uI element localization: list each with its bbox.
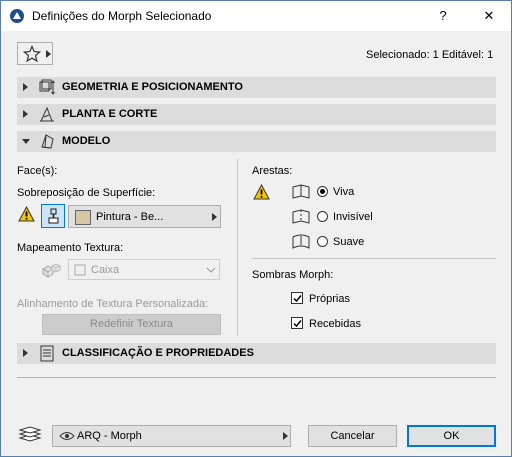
classification-list-icon [40, 345, 54, 362]
archicad-app-icon [10, 9, 24, 23]
edges-label: Arestas: [252, 165, 293, 177]
faces-label: Face(s): [17, 165, 58, 177]
surface-material-picker[interactable]: Pintura - Be... [68, 205, 221, 228]
expand-arrow-icon [23, 83, 28, 91]
edge-hidden-icon [292, 209, 310, 224]
layers-icon [18, 426, 42, 442]
section-geometry-label: GEOMETRIA E POSICIONAMENTO [62, 81, 243, 93]
favorites-button[interactable] [17, 42, 53, 65]
surface-swatch [75, 210, 91, 225]
edge-smooth-icon [292, 234, 310, 249]
cancel-button[interactable]: Cancelar [308, 425, 397, 447]
close-button[interactable]: ✕ [477, 6, 501, 26]
divider [252, 258, 496, 259]
edge-hidden-label: Invisível [333, 211, 373, 223]
collapse-arrow-icon [22, 139, 30, 144]
chevron-right-icon [46, 50, 51, 58]
ok-button[interactable]: OK [407, 425, 496, 447]
surface-override-label: Sobreposição de Superfície: [17, 187, 156, 199]
warning-icon [18, 206, 35, 222]
edge-smooth-radio[interactable] [317, 236, 328, 247]
edge-sharp-icon [292, 184, 310, 199]
expand-arrow-icon [23, 110, 28, 118]
checkmark-icon [293, 320, 302, 328]
surface-override-toggle[interactable] [41, 204, 65, 228]
layer-selector[interactable]: ARQ - Morph [52, 425, 291, 447]
reset-texture-button[interactable]: Redefinir Textura [42, 314, 221, 335]
title-bar: Definições do Morph Selecionado ? ✕ [1, 1, 511, 31]
chevron-right-icon [212, 213, 217, 221]
edge-smooth-label: Suave [333, 236, 365, 248]
help-button[interactable]: ? [431, 6, 455, 26]
section-model-label: MODELO [62, 135, 111, 147]
layer-value: ARQ - Morph [77, 430, 142, 442]
checkmark-icon [293, 295, 302, 303]
custom-texture-label: Alinhamento de Textura Personalizada: [17, 298, 209, 310]
section-plan[interactable]: PLANTA E CORTE [17, 104, 496, 125]
texture-mapping-select[interactable]: Caixa [68, 259, 220, 280]
edge-hidden-radio[interactable] [317, 211, 328, 222]
paint-brush-icon [48, 208, 59, 224]
shadow-own-checkbox[interactable] [291, 292, 303, 304]
plan-section-icon [40, 106, 54, 122]
texture-mapping-value: Caixa [91, 264, 120, 276]
shadow-received-label: Recebidas [309, 318, 361, 330]
star-icon [23, 45, 41, 63]
model-icon [41, 134, 54, 149]
warning-icon [253, 184, 270, 200]
box-mapping-icon [74, 264, 86, 276]
footer-divider [17, 377, 496, 378]
section-geometry[interactable]: GEOMETRIA E POSICIONAMENTO [17, 77, 496, 98]
shadow-received-checkbox[interactable] [291, 317, 303, 329]
texture-mapping-label: Mapeamento Textura: [17, 242, 124, 254]
section-classification-label: CLASSIFICAÇÃO E PROPRIEDADES [62, 347, 254, 359]
eye-icon [59, 432, 75, 440]
shadow-own-label: Próprias [309, 293, 350, 305]
shadows-label: Sombras Morph: [252, 269, 334, 281]
chevron-right-icon [283, 432, 288, 440]
texture-cubes-icon [42, 263, 62, 278]
expand-arrow-icon [23, 349, 28, 357]
section-plan-label: PLANTA E CORTE [62, 108, 158, 120]
section-classification[interactable]: CLASSIFICAÇÃO E PROPRIEDADES [17, 343, 496, 364]
geometry-icon [39, 79, 55, 95]
window-title: Definições do Morph Selecionado [32, 9, 212, 23]
surface-material-value: Pintura - Be... [96, 211, 164, 223]
edge-sharp-radio[interactable] [317, 186, 328, 197]
edge-sharp-label: Viva [333, 186, 355, 198]
dialog-window: Definições do Morph Selecionado ? ✕ Sele… [0, 0, 512, 457]
section-model[interactable]: MODELO [17, 131, 496, 152]
chevron-down-icon [206, 267, 216, 273]
selection-status: Selecionado: 1 Editável: 1 [366, 49, 494, 61]
column-divider [237, 159, 238, 336]
